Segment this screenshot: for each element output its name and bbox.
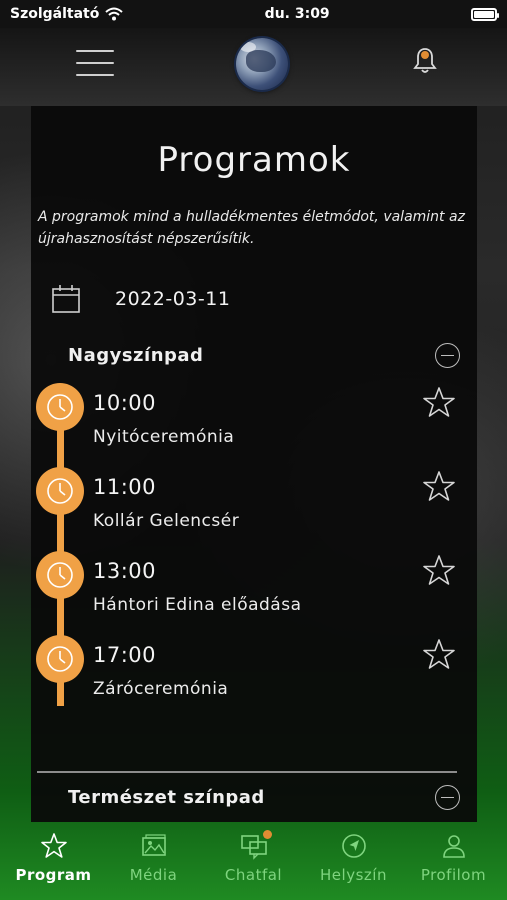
stage-name: Természet színpad bbox=[68, 787, 265, 808]
event-time: 11:00 bbox=[93, 475, 157, 499]
event-time: 17:00 bbox=[93, 643, 157, 667]
event-title: Kollár Gelencsér bbox=[93, 511, 240, 531]
clock-badge bbox=[36, 551, 84, 599]
event-item[interactable]: 13:00 Hántori Edina előadása bbox=[36, 549, 468, 619]
favorite-star-icon[interactable] bbox=[422, 386, 456, 418]
chat-icon-wrapper bbox=[240, 830, 272, 860]
tab-program[interactable]: Program bbox=[6, 822, 101, 900]
favorite-star-icon[interactable] bbox=[422, 554, 456, 586]
event-item[interactable]: 10:00 Nyitóceremónia bbox=[36, 381, 468, 451]
clock-icon bbox=[47, 562, 73, 588]
event-time: 10:00 bbox=[93, 391, 157, 415]
tab-helyszin[interactable]: Helyszín bbox=[306, 822, 401, 900]
tab-label: Média bbox=[129, 866, 178, 884]
star-icon bbox=[40, 833, 67, 858]
date-selector[interactable]: 2022-03-11 bbox=[51, 284, 230, 314]
globe-logo bbox=[236, 38, 288, 90]
clock-icon bbox=[47, 646, 73, 672]
stage-header-termeszet[interactable]: Természet színpad bbox=[68, 785, 460, 810]
location-icon bbox=[341, 834, 366, 858]
tab-label: Helyszín bbox=[320, 866, 387, 884]
hamburger-line bbox=[76, 50, 114, 52]
hamburger-line bbox=[76, 74, 114, 76]
clock-badge bbox=[36, 467, 84, 515]
image-icon bbox=[141, 834, 166, 856]
page-description: A programok mind a hulladékmentes életmó… bbox=[38, 209, 465, 247]
stage-header-nagyszinpad[interactable]: Nagyszínpad bbox=[68, 343, 460, 368]
program-panel: Programok A programok mind a hulladékmen… bbox=[31, 106, 477, 822]
page-title: Programok bbox=[157, 140, 351, 180]
collapse-minus-icon[interactable] bbox=[435, 343, 460, 368]
tab-media[interactable]: Média bbox=[106, 822, 201, 900]
hamburger-line bbox=[76, 62, 114, 64]
clock-badge bbox=[36, 635, 84, 683]
selected-date: 2022-03-11 bbox=[115, 288, 231, 310]
wifi-icon bbox=[105, 7, 124, 21]
event-title: Hántori Edina előadása bbox=[93, 595, 302, 615]
carrier-label: Szolgáltató bbox=[10, 6, 100, 22]
tab-chatfal[interactable]: Chatfal bbox=[206, 822, 301, 900]
event-time: 13:00 bbox=[93, 559, 157, 583]
collapse-minus-icon[interactable] bbox=[435, 785, 460, 810]
clock-label: du. 3:09 bbox=[264, 6, 330, 22]
battery-icon bbox=[470, 7, 499, 21]
clock-icon bbox=[47, 478, 73, 504]
favorite-star-icon[interactable] bbox=[422, 470, 456, 502]
bottom-tab-bar: Program Média Chatfal Helyszín Profilom bbox=[0, 822, 507, 900]
favorite-star-icon[interactable] bbox=[422, 638, 456, 670]
section-divider bbox=[37, 771, 457, 773]
status-left: Szolgáltató bbox=[10, 6, 124, 22]
notification-bell-icon[interactable] bbox=[412, 46, 438, 76]
user-icon bbox=[442, 835, 465, 858]
clock-icon bbox=[47, 394, 73, 420]
tab-profilom[interactable]: Profilom bbox=[406, 822, 501, 900]
top-app-bar bbox=[0, 28, 507, 106]
tab-label: Program bbox=[15, 866, 92, 884]
event-item[interactable]: 17:00 Záróceremónia bbox=[36, 633, 468, 703]
event-title: Záróceremónia bbox=[93, 679, 229, 699]
chat-notification-dot bbox=[262, 830, 272, 839]
clock-badge bbox=[36, 383, 84, 431]
event-title: Nyitóceremónia bbox=[93, 427, 235, 447]
notification-dot bbox=[421, 51, 429, 59]
status-bar: Szolgáltató du. 3:09 bbox=[0, 0, 507, 28]
event-item[interactable]: 11:00 Kollár Gelencsér bbox=[36, 465, 468, 535]
calendar-icon bbox=[52, 285, 80, 313]
stage-name: Nagyszínpad bbox=[68, 345, 204, 366]
menu-button[interactable] bbox=[76, 50, 114, 76]
tab-label: Chatfal bbox=[224, 866, 283, 884]
tab-label: Profilom bbox=[420, 866, 487, 884]
